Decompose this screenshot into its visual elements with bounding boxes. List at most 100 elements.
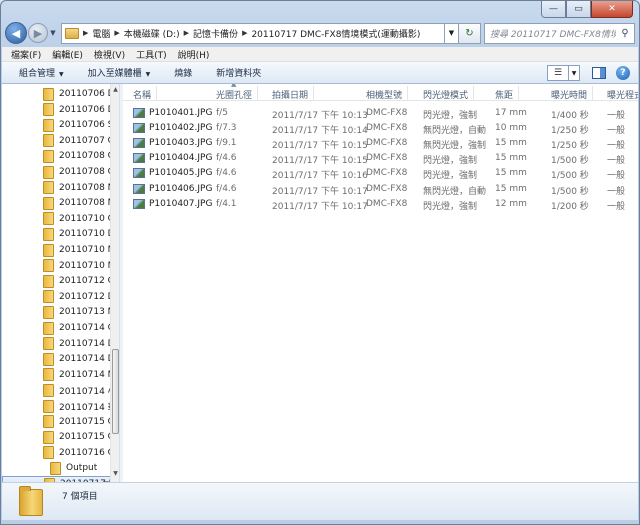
file-cell: 閃光燈，強制 (423, 111, 478, 121)
file-cell: 2011/7/17 下午 10:14 (272, 126, 368, 137)
file-row[interactable]: P1010404.JPG f/4.6 2011/7/17 下午 10:15 DMC-F… (123, 151, 638, 166)
folder-icon (43, 430, 54, 444)
sidebar-folder-item[interactable]: 20110707 Ca (2, 133, 112, 149)
menu-tools[interactable]: 工具(T) (136, 48, 167, 61)
sidebar-folder-item[interactable]: 20110706 DSC (2, 102, 112, 118)
minimize-button[interactable]: — (541, 1, 566, 18)
sidebar-folder-item[interactable]: 20110710 Ni (2, 242, 112, 258)
file-row[interactable]: P1010405.JPG f/4.6 2011/7/17 下午 10:16 DMC-F… (123, 166, 638, 181)
maximize-button[interactable]: ▭ (566, 1, 591, 18)
file-row[interactable]: P1010406.JPG f/4.6 2011/7/17 下午 10:17 DMC-F… (123, 182, 638, 197)
breadcrumb-drive[interactable]: 本機磁碟 (D:) (124, 27, 180, 40)
sidebar-folder-item[interactable]: 20110708 Ni (2, 180, 112, 196)
recent-pages-dropdown[interactable]: ▼ (48, 29, 58, 37)
sidebar-folder-item[interactable]: 20110712 DM (2, 289, 112, 305)
menu-file[interactable]: 檔案(F) (11, 48, 41, 61)
folder-label: 20110715 Ca (59, 416, 112, 427)
folder-icon (65, 27, 79, 39)
breadcrumb-backup[interactable]: 記憶卡備份 (193, 27, 238, 40)
file-cell: 一般 (607, 171, 626, 182)
column-header[interactable]: 相機型號 (366, 86, 409, 101)
sidebar-folder-item[interactable]: 20110714 小 (2, 382, 112, 398)
folder-label: 20110714 華 (59, 402, 112, 413)
sidebar-folder-item[interactable]: 20110715 Ca (2, 429, 112, 445)
column-header[interactable]: 焦距 (495, 86, 520, 101)
column-header[interactable]: 閃光燈模式 (423, 86, 475, 101)
view-options-dropdown[interactable]: ▼ (569, 65, 580, 81)
sidebar-folder-item[interactable]: 20110714 Ca (2, 320, 112, 336)
search-input[interactable]: 搜尋 20110717 DMC-FX8情境模式(... ⚲ (484, 22, 635, 44)
menu-help[interactable]: 說明(H) (178, 48, 210, 61)
breadcrumb-arrow-icon[interactable]: ▶ (184, 29, 189, 37)
back-arrow-icon: ◀ (11, 26, 21, 40)
chevron-down-icon: ▼ (448, 29, 455, 37)
burn-button[interactable]: 燒錄 (174, 66, 192, 79)
search-icon[interactable]: ⚲ (616, 28, 634, 39)
sidebar-folder-item[interactable]: 20110710 Ni (2, 258, 112, 274)
column-header[interactable]: 名稱 (133, 86, 158, 101)
nav-scrollbar[interactable]: ▲ ▼ (110, 84, 119, 482)
file-cell: f/9.1 (216, 138, 237, 149)
forward-button[interactable]: ▶ (28, 23, 48, 43)
column-header[interactable]: 曝光時間 (551, 86, 594, 101)
menu-edit[interactable]: 編輯(E) (52, 48, 83, 61)
column-header[interactable]: 光圈孔徑 (216, 86, 259, 101)
sidebar-folder-item[interactable]: 20110706 SIP (2, 117, 112, 133)
sidebar-folder-item[interactable]: 20110708 Ni (2, 195, 112, 211)
scroll-up-icon[interactable]: ▲ (111, 86, 119, 96)
file-list[interactable]: 名稱 光圈孔徑拍攝日期 相機型號閃光燈模式 焦距 曝光時間曝光程式 ▲ P1010401.… (123, 84, 638, 482)
address-dropdown[interactable]: ▼ (445, 22, 459, 44)
forward-arrow-icon: ▶ (33, 26, 43, 40)
file-row[interactable]: P1010401.JPG f/5 2011/7/17 下午 10:13 DMC-FX8… (123, 106, 638, 121)
file-row[interactable]: P1010407.JPG f/4.1 2011/7/17 下午 10:17 DMC-F… (123, 197, 638, 212)
navigation-pane[interactable]: 20110706 DMC 20110706 DSC 20110706 SIP 2011… (2, 84, 120, 482)
folder-label: 20110710 DM (59, 229, 112, 240)
help-icon[interactable]: ? (616, 66, 630, 80)
breadcrumb-arrow-icon[interactable]: ▶ (83, 29, 88, 37)
folder-icon (43, 212, 54, 226)
breadcrumb-current-folder[interactable]: 20110717 DMC-FX8情境模式(運動攝影) (251, 27, 420, 40)
sidebar-folder-item[interactable]: 20110713 Ni (2, 304, 112, 320)
folder-label: 20110710 Ca (59, 213, 112, 224)
breadcrumb-arrow-icon[interactable]: ▶ (242, 29, 247, 37)
file-cell: f/5 (216, 108, 228, 118)
image-file-icon (133, 168, 145, 179)
sidebar-folder-item[interactable]: 20110708 Ca (2, 148, 112, 164)
file-cell: DMC-FX8 (366, 183, 408, 194)
sidebar-folder-item[interactable]: 20110714 DM (2, 336, 112, 352)
back-button[interactable]: ◀ (5, 22, 27, 44)
menu-view[interactable]: 檢視(V) (94, 48, 125, 61)
file-row[interactable]: P1010402.JPG f/7.3 2011/7/17 下午 10:14 DMC-F… (123, 121, 638, 136)
preview-pane-icon[interactable] (592, 67, 606, 79)
sidebar-folder-item[interactable]: 20110712 Ca (2, 273, 112, 289)
scroll-down-icon[interactable]: ▼ (111, 470, 119, 480)
close-button[interactable]: ✕ (591, 1, 633, 18)
refresh-button[interactable]: ↻ (459, 22, 481, 44)
scroll-thumb[interactable] (112, 349, 119, 434)
folder-icon (43, 290, 54, 304)
change-view-button[interactable]: ☰ (547, 65, 569, 81)
sidebar-folder-item[interactable]: 20110710 Ca (2, 211, 112, 227)
sidebar-folder-item[interactable]: 20110714 Ni (2, 367, 112, 383)
file-row[interactable]: P1010403.JPG f/9.1 2011/7/17 下午 10:15 DMC-F… (123, 136, 638, 151)
folder-icon (43, 181, 54, 195)
sidebar-folder-item[interactable]: 20110716 Ca (2, 445, 112, 461)
sidebar-folder-item[interactable]: 20110715 Ca (2, 414, 112, 430)
sidebar-folder-item[interactable]: 20110706 DMC (2, 86, 112, 102)
add-to-library-button[interactable]: 加入至媒體櫃 ▼ (88, 66, 151, 79)
sidebar-folder-item[interactable]: 20110714 DM (2, 351, 112, 367)
organize-button[interactable]: 組合管理 ▼ (19, 66, 64, 79)
breadcrumb-computer[interactable]: 電腦 (92, 27, 110, 40)
sidebar-folder-item[interactable]: 20110714 華 (2, 398, 112, 414)
breadcrumb-arrow-icon[interactable]: ▶ (114, 29, 119, 37)
new-folder-button[interactable]: 新增資料夾 (216, 66, 261, 79)
sidebar-folder-item[interactable]: 20110710 DM (2, 226, 112, 242)
file-cell: 一般 (607, 126, 626, 137)
column-header[interactable]: 拍攝日期 (272, 86, 315, 101)
address-bar[interactable]: ▶ 電腦 ▶ 本機磁碟 (D:) ▶ 記憶卡備份 ▶ 20110717 DMC-… (61, 22, 445, 44)
sidebar-folder-item[interactable]: 20110708 Ca (2, 164, 112, 180)
sidebar-folder-output[interactable]: Output (2, 460, 112, 476)
file-name: P1010403.JPG (133, 138, 212, 149)
command-bar: 組合管理 ▼ 加入至媒體櫃 ▼ 燒錄 新增資料夾 ☰ ▼ ? (2, 62, 638, 84)
column-header[interactable]: 曝光程式 (607, 88, 638, 101)
